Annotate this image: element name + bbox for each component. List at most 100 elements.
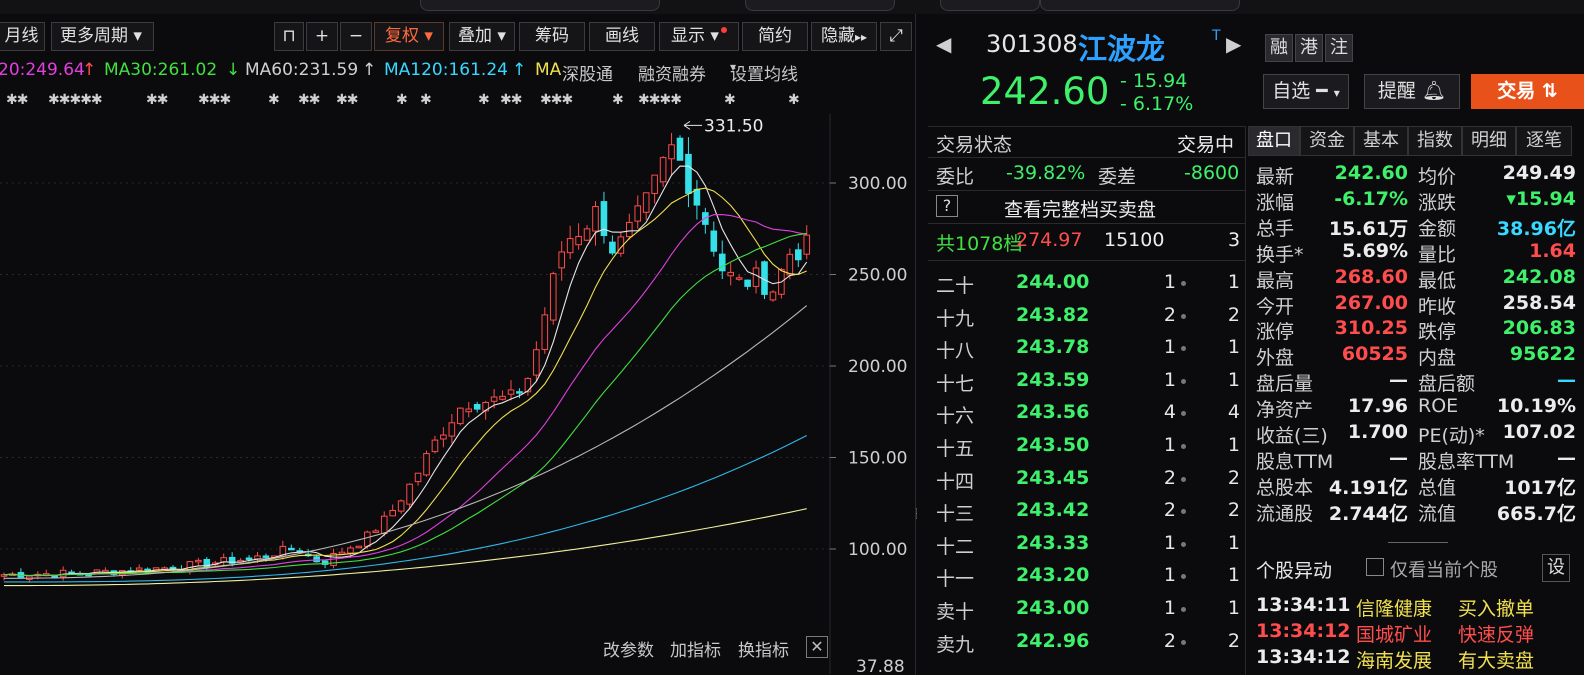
ask-level-row[interactable]: 十五 243.50 1 1: [928, 429, 1246, 461]
tab-index[interactable]: 指数: [1408, 126, 1462, 156]
level-price: 243.33: [1016, 531, 1090, 554]
watchlist-dropdown[interactable]: 自选 ━ ▾: [1263, 74, 1349, 109]
movers-settings-button[interactable]: 设: [1542, 554, 1570, 582]
quote-value: ▾15.94: [1506, 187, 1576, 210]
ask-level-row[interactable]: 卖十 243.00 1 1: [928, 592, 1246, 624]
switch-indicator-button[interactable]: 换指标: [738, 636, 789, 661]
event-marker-icon[interactable]: ✱✱: [146, 92, 168, 108]
zoom-in-button[interactable]: +: [306, 22, 338, 51]
event-marker-icon[interactable]: ✱: [612, 92, 624, 108]
quote-value: 1.700: [1347, 421, 1408, 443]
quote-value: 268.60: [1334, 265, 1408, 288]
quote-value: 60525: [1341, 343, 1408, 366]
t-mark: T: [1212, 28, 1221, 44]
mover-row[interactable]: 13:34:11 信隆健康 买入撤单: [1248, 594, 1584, 620]
only-current-checkbox[interactable]: [1366, 558, 1384, 576]
quote-value: —: [1389, 369, 1408, 392]
overlay-dropdown[interactable]: 叠加 ▾: [449, 22, 515, 51]
level-count: 2: [1227, 499, 1240, 522]
hk-connect-tag[interactable]: 港: [1295, 34, 1323, 62]
candlestick-chart[interactable]: 300.00 250.00 200.00 150.00 100.00 37.88 331.5…: [0, 114, 916, 674]
event-marker-icon[interactable]: ✱: [478, 92, 490, 108]
splitter-grip-icon[interactable]: ⁞ ⁞: [915, 508, 921, 526]
tab-tick[interactable]: 逐笔: [1516, 126, 1572, 156]
registration-tag[interactable]: 注: [1325, 34, 1353, 62]
mover-row[interactable]: 13:34:12 国城矿业 快速反弹: [1248, 620, 1584, 646]
candle-body: [397, 500, 405, 512]
hide-button[interactable]: 隐藏▸▸: [811, 22, 877, 51]
adjust-dropdown[interactable]: 复权 ▾: [374, 22, 444, 51]
level-label: 十一: [936, 568, 975, 591]
ma20-value: 20:249.64: [0, 60, 85, 80]
ask-level-row[interactable]: 卖九 242.96 2 2: [928, 625, 1246, 657]
margin-tag[interactable]: 融: [1265, 34, 1293, 62]
ask-level-row[interactable]: 十四 243.45 2 2: [928, 462, 1246, 494]
level-count: 1: [1227, 597, 1240, 619]
level-volume: 2: [1163, 629, 1176, 652]
quote-value: 15.61万: [1328, 217, 1408, 240]
ask-level-row[interactable]: 十三 243.42 2 2: [928, 494, 1246, 526]
margin-trading-toggle[interactable]: 融资融券: [638, 60, 706, 85]
fullscreen-icon[interactable]: ⤢: [880, 22, 912, 51]
event-marker-icon[interactable]: ✱✱: [298, 92, 320, 108]
sz-connect-toggle[interactable]: 深股通: [562, 60, 613, 85]
event-marker-icon[interactable]: ✱✱✱✱: [638, 92, 682, 108]
event-marker-icon[interactable]: ✱✱✱: [540, 92, 573, 108]
bell-icon: 🔔︎: [1421, 80, 1447, 102]
tab-detail[interactable]: 明细: [1462, 126, 1516, 156]
tab-basics[interactable]: 基本: [1354, 126, 1408, 156]
simple-button[interactable]: 简约: [742, 22, 808, 51]
level-volume: 2: [1163, 499, 1176, 522]
quote-label: 今开: [1256, 295, 1295, 318]
next-stock-icon[interactable]: ▶: [1226, 32, 1241, 56]
display-dropdown[interactable]: 显示 ▾: [659, 22, 739, 51]
lock-icon[interactable]: ⊓: [274, 22, 304, 51]
prev-stock-icon[interactable]: ◀: [936, 32, 951, 56]
up-arrow-icon: ↑: [362, 60, 377, 80]
ask-level-row[interactable]: 十六 243.56 4 4: [928, 396, 1246, 428]
mover-row[interactable]: 13:34:12 海南发展 有大卖盘: [1248, 646, 1584, 672]
ask-level-row[interactable]: 十七 243.59 1 1: [928, 364, 1246, 396]
change-params-button[interactable]: 改参数: [603, 636, 654, 661]
dot-icon: [1181, 476, 1186, 482]
quote-value: -6.17%: [1334, 187, 1408, 210]
ask-level-row[interactable]: 十二 243.33 1 1: [928, 527, 1246, 559]
event-marker-icon[interactable]: ✱✱: [500, 92, 522, 108]
chevron-down-icon: ▾: [1333, 86, 1340, 100]
ask-level-row[interactable]: 十八 243.78 1 1: [928, 331, 1246, 363]
quote-value: —: [1389, 446, 1408, 469]
alert-button[interactable]: 提醒 🔔︎: [1364, 74, 1460, 109]
zoom-out-button[interactable]: −: [340, 22, 372, 51]
event-marker-icon[interactable]: ✱: [268, 92, 280, 108]
quote-row: 今开 267.00 昨收 258.54: [1248, 292, 1584, 318]
trade-button[interactable]: 交易 ⇅: [1471, 74, 1584, 109]
event-marker-icon[interactable]: ✱: [420, 92, 432, 108]
event-marker-icon[interactable]: ✱✱✱: [198, 92, 231, 108]
quote-label: 收益(三): [1256, 425, 1328, 447]
ask-level-row[interactable]: 十九 243.82 2 2: [928, 299, 1246, 331]
tab-handicap[interactable]: 盘口: [1248, 126, 1300, 156]
full-depth-link[interactable]: 查看完整档买卖盘: [1004, 195, 1156, 222]
full-depth-row[interactable]: ? 查看完整档买卖盘: [928, 192, 1246, 222]
monthly-button[interactable]: 月线: [0, 22, 45, 51]
event-marker-icon[interactable]: ✱✱: [336, 92, 358, 108]
event-marker-icon[interactable]: ✱✱: [6, 92, 28, 108]
more-periods-dropdown[interactable]: 更多周期 ▾: [51, 22, 154, 51]
add-indicator-button[interactable]: 加指标: [670, 636, 721, 661]
quote-label: 跌停: [1418, 321, 1457, 344]
panel-resize-handle[interactable]: [1388, 542, 1448, 548]
draw-button[interactable]: 画线: [589, 22, 655, 51]
event-marker-icon[interactable]: ✱✱✱✱✱: [48, 92, 103, 108]
tab-funds[interactable]: 资金: [1300, 126, 1354, 156]
level-price: 243.00: [1016, 597, 1090, 619]
question-icon[interactable]: ?: [936, 195, 958, 217]
ask-level-row[interactable]: 二十 244.00 1 1: [928, 266, 1246, 298]
close-icon[interactable]: ✕: [806, 636, 828, 658]
chips-button[interactable]: 筹码: [519, 22, 585, 51]
event-marker-icon[interactable]: ✱: [724, 92, 736, 108]
ask-level-row[interactable]: 十一 243.20 1 1: [928, 559, 1246, 591]
level-count: 1: [1227, 434, 1240, 456]
candle-body: [583, 228, 591, 241]
event-marker-icon[interactable]: ✱: [788, 92, 800, 108]
event-marker-icon[interactable]: ✱: [396, 92, 408, 108]
